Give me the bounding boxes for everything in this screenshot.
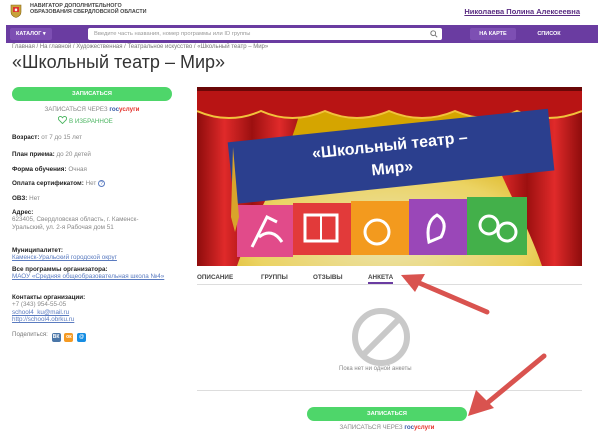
chevron-down-icon: ▾ [42, 31, 46, 37]
enroll-button-bottom[interactable]: ЗАПИСАТЬСЯ [307, 407, 467, 421]
vk-share-icon[interactable]: ВК [51, 333, 61, 342]
no-entries-icon [352, 308, 410, 366]
municipality-link[interactable]: Каменск-Уральский городской округ [12, 254, 187, 261]
website-link[interactable]: http://school4.obrku.ru [12, 316, 182, 323]
tab-groups[interactable]: ГРУППЫ [261, 274, 288, 281]
page-root: НАВИГАТОР ДОПОЛНИТЕЛЬНОГО ОБРАЗОВАНИЯ СВ… [0, 0, 604, 438]
map-view-button[interactable]: НА КАРТЕ [470, 28, 516, 40]
coat-of-arms-icon[interactable] [10, 4, 22, 18]
catalog-button[interactable]: КАТАЛОГ ▾ [10, 28, 52, 40]
address-block: Адрес: 623405, Свердловская область, г. … [12, 209, 139, 231]
site-header: НАВИГАТОР ДОПОЛНИТЕЛЬНОГО ОБРАЗОВАНИЯ СВ… [0, 0, 604, 24]
gosuslugi-enroll-link[interactable]: ЗАПИСАТЬСЯ ЧЕРЕЗ госуслуги [12, 106, 172, 113]
programs-block: Все программы организатора: МАОУ «Средня… [12, 266, 187, 281]
plan-row: План приема: до 20 детей [12, 151, 91, 158]
search-icon[interactable] [430, 30, 438, 38]
municipality-block: Муниципалитет: Каменск-Уральский городск… [12, 247, 187, 262]
phone-value: +7 (343) 954-55-05 [12, 301, 67, 309]
tab-questionnaire[interactable]: АНКЕТА [368, 274, 394, 284]
catalog-label: КАТАЛОГ [16, 31, 42, 37]
tab-description[interactable]: ОПИСАНИЕ [197, 274, 233, 281]
mailru-share-icon[interactable]: @ [77, 333, 87, 342]
gosuslugi-logo-bottom: госуслуги [404, 424, 435, 431]
divider [197, 390, 582, 391]
share-label: Поделиться: [12, 331, 48, 338]
nav-bar: КАТАЛОГ ▾ Введите часть названия, номер … [6, 25, 598, 43]
email-link[interactable]: school4_ku@mail.ru [12, 309, 182, 316]
favorite-label: В ИЗБРАННОЕ [69, 118, 113, 125]
contacts-block: Контакты организации: +7 (343) 954-55-05… [12, 294, 182, 324]
tab-reviews[interactable]: ОТЗЫВЫ [313, 274, 343, 281]
tabs-bar: ОПИСАНИЕ ГРУППЫ ОТЗЫВЫ АНКЕТА [197, 273, 582, 285]
annotation-arrow-enroll [468, 353, 547, 416]
heart-icon [58, 116, 67, 124]
empty-state-text: Пока нет ни одной анкеты [339, 366, 412, 372]
search-input[interactable]: Введите часть названия, номер программы … [88, 28, 442, 40]
organizer-programs-link[interactable]: МАОУ «Средняя общеобразовательная школа … [12, 273, 187, 280]
user-profile-link[interactable]: Николаева Полина Алексеевна [464, 7, 580, 16]
ok-share-icon[interactable]: ок [64, 333, 74, 342]
address-value: 623405, Свердловская область, г. Каменск… [12, 216, 139, 231]
search-placeholder: Введите часть названия, номер программы … [94, 31, 251, 37]
favorite-button[interactable]: В ИЗБРАННОЕ [58, 116, 113, 125]
enroll-button[interactable]: ЗАПИСАТЬСЯ [12, 87, 172, 101]
gosuslugi-logo: госуслуги [109, 106, 140, 113]
certificate-row: Оплата сертификатом: Нет ? [12, 180, 182, 187]
share-block: Поделиться: ВК ок @ [12, 331, 87, 342]
breadcrumb[interactable]: Главная / На главной / Художественная / … [12, 44, 268, 50]
gosuslugi-enroll-link-bottom[interactable]: ЗАПИСАТЬСЯ ЧЕРЕЗ госуслуги [307, 424, 467, 431]
list-view-button[interactable]: СПИСОК [526, 28, 572, 40]
age-row: Возраст: от 7 до 15 лет [12, 134, 83, 141]
org-name[interactable]: НАВИГАТОР ДОПОЛНИТЕЛЬНОГО ОБРАЗОВАНИЯ СВ… [30, 3, 160, 15]
program-image: «Школьный театр – Мир» [197, 87, 582, 266]
form-row: Форма обучения: Очная [12, 166, 87, 173]
gosuslugi-prefix: ЗАПИСАТЬСЯ ЧЕРЕЗ [44, 106, 108, 113]
page-title: «Школьный театр – Мир» [12, 52, 226, 72]
help-icon[interactable]: ? [98, 180, 106, 187]
ovz-row: ОВЗ: Нет [12, 195, 40, 202]
